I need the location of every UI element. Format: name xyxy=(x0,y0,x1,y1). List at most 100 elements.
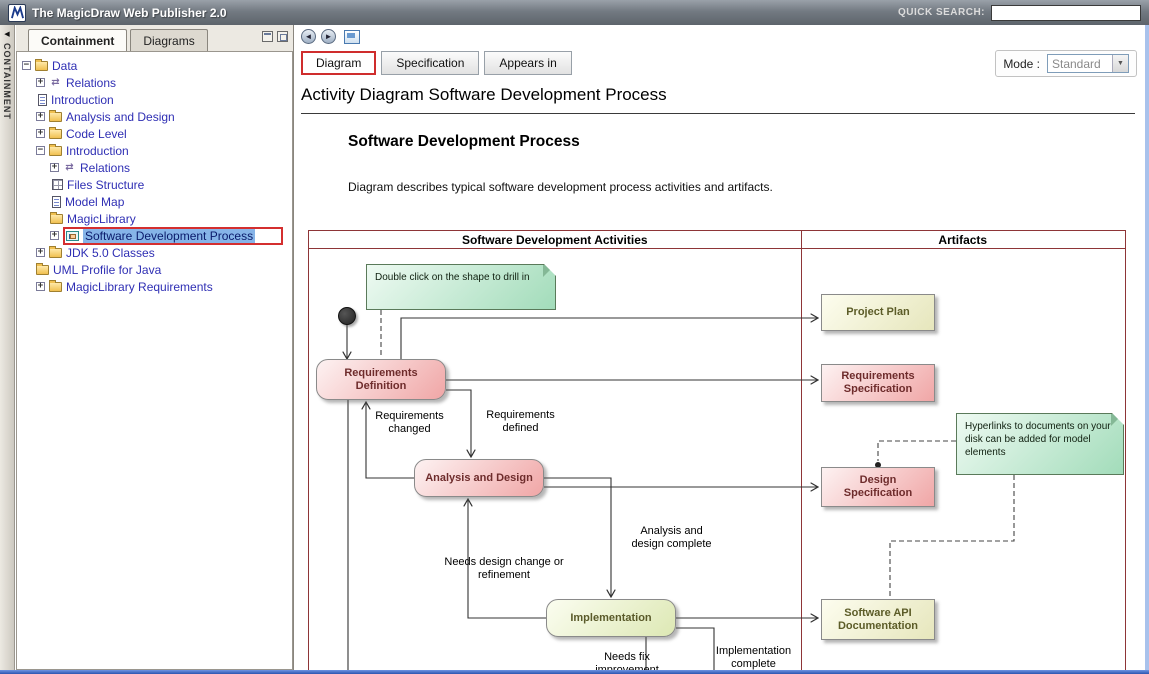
folder-icon xyxy=(35,61,48,71)
tree-item-label: MagicLibrary Requirements xyxy=(66,280,213,294)
document-icon xyxy=(52,196,61,208)
mode-select[interactable]: Standard xyxy=(1047,54,1129,73)
tree-item-label: Introduction xyxy=(51,93,114,107)
lane-header-activities: Software Development Activities xyxy=(309,231,801,249)
tree-item-label: Data xyxy=(52,59,77,73)
title-divider xyxy=(301,113,1135,114)
artifact-project-plan[interactable]: Project Plan xyxy=(821,294,935,331)
activity-requirements-definition[interactable]: Requirements Definition xyxy=(316,359,446,400)
window-title: The MagicDraw Web Publisher 2.0 xyxy=(32,6,227,20)
tab-specification[interactable]: Specification xyxy=(381,51,479,75)
tab-appears-in[interactable]: Appears in xyxy=(484,51,571,75)
collapse-left-icon[interactable] xyxy=(0,25,14,38)
folder-icon xyxy=(49,248,62,258)
tree-item-label: Model Map xyxy=(65,195,124,209)
edge-label-implementation-complete: Implementation complete xyxy=(706,645,801,670)
expand-plus-icon[interactable] xyxy=(50,163,59,172)
tree-item-code-level[interactable]: Code Level xyxy=(17,125,292,142)
artifact-requirements-specification[interactable]: Requirements Specification xyxy=(821,364,935,402)
page-title: Activity Diagram Software Development Pr… xyxy=(301,85,667,105)
window-border-right xyxy=(1145,25,1149,674)
expand-plus-icon[interactable] xyxy=(36,78,45,87)
tree-item-introduction[interactable]: Introduction xyxy=(17,91,292,108)
artifact-software-api-documentation[interactable]: Software API Documentation xyxy=(821,599,935,640)
tree-item-software-development-process[interactable]: Software Development Process xyxy=(17,227,292,244)
expand-plus-icon[interactable] xyxy=(36,282,45,291)
initial-node[interactable] xyxy=(338,307,356,325)
edge-label-analysis-complete: Analysis and design complete xyxy=(624,525,719,550)
tree-item-relations-2[interactable]: Relations xyxy=(17,159,292,176)
edge-label-requirements-changed: Requirements changed xyxy=(362,410,457,435)
tree-item-jdk-classes[interactable]: JDK 5.0 Classes xyxy=(17,244,292,261)
folder-icon xyxy=(36,265,49,275)
tree-item-label-selected: Software Development Process xyxy=(83,229,255,243)
tree-item-magiclibrary[interactable]: MagicLibrary xyxy=(17,210,292,227)
tree-item-introduction-2[interactable]: Introduction xyxy=(17,142,292,159)
tab-diagrams[interactable]: Diagrams xyxy=(130,29,207,51)
edge-label-needs-fix: Needs fix improvement xyxy=(594,651,660,670)
navigation-toolbar xyxy=(301,29,360,44)
panel-float-icon[interactable] xyxy=(277,31,288,42)
forward-icon[interactable] xyxy=(321,29,336,44)
tree-item-label: JDK 5.0 Classes xyxy=(66,246,155,260)
window-border-bottom xyxy=(0,670,1149,674)
folder-icon xyxy=(49,282,62,292)
expand-plus-icon[interactable] xyxy=(36,129,45,138)
containment-collapse-strip[interactable]: CONTAINMENT xyxy=(0,25,15,670)
folder-icon xyxy=(49,112,62,122)
tree-item-files-structure[interactable]: Files Structure xyxy=(17,176,292,193)
tree-item-relations[interactable]: Relations xyxy=(17,74,292,91)
annotation-highlight-box: Software Development Process xyxy=(63,227,283,245)
diagram-heading: Software Development Process xyxy=(348,133,580,151)
edge-label-requirements-defined: Requirements defined xyxy=(473,409,568,434)
quick-search-label: QUICK SEARCH: xyxy=(898,7,985,18)
tree-item-data[interactable]: Data xyxy=(17,57,292,74)
activity-analysis-and-design[interactable]: Analysis and Design xyxy=(414,459,544,497)
tree-item-model-map[interactable]: Model Map xyxy=(17,193,292,210)
tree-item-label: Relations xyxy=(80,161,130,175)
note-hyperlinks: Hyperlinks to documents on your disk can… xyxy=(956,413,1124,475)
mode-label: Mode : xyxy=(1003,57,1040,71)
collapse-minus-icon[interactable] xyxy=(36,146,45,155)
collapse-strip-label: CONTAINMENT xyxy=(2,43,12,120)
folder-icon xyxy=(49,129,62,139)
panel-minimize-icon[interactable] xyxy=(262,31,273,42)
tree-item-label: Analysis and Design xyxy=(66,110,175,124)
lane-divider xyxy=(801,231,802,670)
tree-item-analysis-and-design[interactable]: Analysis and Design xyxy=(17,108,292,125)
folder-icon xyxy=(50,214,63,224)
chevron-down-icon xyxy=(1112,55,1128,72)
detail-tabs: Diagram Specification Appears in Mode : … xyxy=(301,49,1137,77)
main-content: Diagram Specification Appears in Mode : … xyxy=(293,25,1145,670)
structure-icon xyxy=(52,179,63,190)
quick-search-input[interactable] xyxy=(991,5,1141,21)
tree-item-magiclibrary-requirements[interactable]: MagicLibrary Requirements xyxy=(17,278,292,295)
tab-containment[interactable]: Containment xyxy=(28,29,127,51)
sidebar: Containment Diagrams Data Relations Intr… xyxy=(16,25,293,670)
relations-icon xyxy=(63,161,76,174)
expand-plus-icon[interactable] xyxy=(36,112,45,121)
mode-selected-value: Standard xyxy=(1048,57,1112,71)
expand-plus-icon[interactable] xyxy=(36,248,45,257)
note-drill-in: Double click on the shape to drill in xyxy=(366,264,556,310)
window-titlebar: The MagicDraw Web Publisher 2.0 QUICK SE… xyxy=(0,0,1149,25)
collapse-minus-icon[interactable] xyxy=(22,61,31,70)
artifact-design-specification[interactable]: Design Specification xyxy=(821,467,935,507)
activity-diagram-icon xyxy=(66,231,79,241)
tree-item-label: Code Level xyxy=(66,127,127,141)
tree-item-uml-profile[interactable]: UML Profile for Java xyxy=(17,261,292,278)
edge-label-needs-design-change: Needs design change or refinement xyxy=(444,556,564,581)
relations-icon xyxy=(49,76,62,89)
tree-item-label: MagicLibrary xyxy=(67,212,136,226)
activity-implementation[interactable]: Implementation xyxy=(546,599,676,637)
tab-diagram[interactable]: Diagram xyxy=(301,51,376,75)
lane-header-artifacts: Artifacts xyxy=(801,231,1126,249)
tree-item-label: Relations xyxy=(66,76,116,90)
tree-item-label: Files Structure xyxy=(67,178,144,192)
containment-tree: Data Relations Introduction Analysis and… xyxy=(16,51,293,670)
diagram-preview-icon[interactable] xyxy=(344,30,360,44)
expand-plus-icon[interactable] xyxy=(50,231,59,240)
back-icon[interactable] xyxy=(301,29,316,44)
sidebar-tabs: Containment Diagrams xyxy=(16,25,293,51)
tree-item-label: UML Profile for Java xyxy=(53,263,161,277)
